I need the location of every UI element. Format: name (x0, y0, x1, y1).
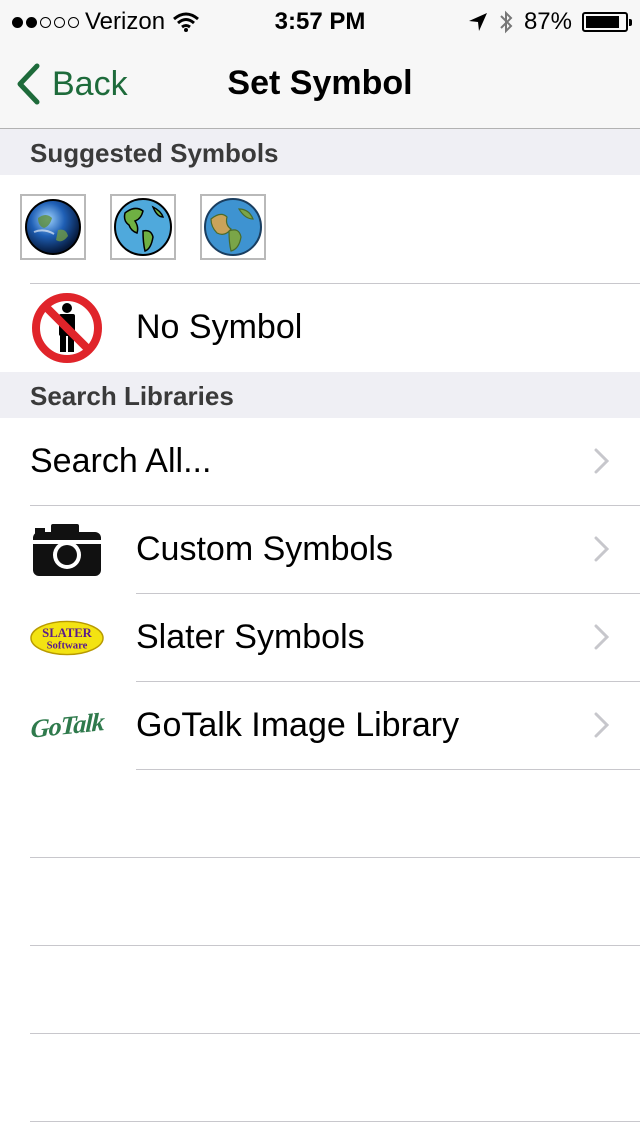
battery-percent: 87% (523, 8, 572, 35)
status-right-group: 87% (468, 8, 632, 36)
library-row-gotalk[interactable]: GoTalk GoTalk Image Library (0, 682, 640, 770)
suggested-symbol-1[interactable] (20, 194, 86, 260)
library-row-label: Slater Symbols (136, 618, 365, 656)
globe-cartoon-icon (204, 198, 262, 256)
library-row-label: GoTalk Image Library (136, 706, 460, 744)
wifi-icon (173, 12, 200, 32)
empty-row-separator (30, 945, 640, 946)
chevron-right-icon (594, 712, 610, 738)
globe-photo-icon (25, 199, 81, 255)
chevron-right-icon (594, 448, 610, 474)
library-row-label: Search All... (30, 442, 212, 480)
gotalk-logo-text: GoTalk (29, 707, 105, 744)
chevron-right-icon (594, 536, 610, 562)
location-arrow-icon (468, 13, 487, 31)
back-button-label: Back (52, 64, 128, 103)
no-person-icon (30, 293, 104, 363)
gotalk-logo: GoTalk (30, 694, 104, 758)
suggested-symbols-grid (0, 174, 640, 284)
chevron-right-icon (594, 624, 610, 650)
chevron-left-icon (17, 63, 40, 105)
suggested-symbol-2[interactable] (110, 194, 176, 260)
empty-row-separator (30, 1033, 640, 1034)
globe-drawing-icon (114, 198, 172, 256)
empty-row-separator (30, 1121, 640, 1122)
status-bar: Verizon 3:57 PM 87% (0, 0, 640, 40)
empty-row-separator (30, 857, 640, 858)
navigation-bar: Back Set Symbol (0, 40, 640, 129)
slater-logo-text-2: Software (47, 640, 88, 652)
no-symbol-label: No Symbol (136, 308, 303, 346)
no-symbol-graphic (32, 293, 102, 363)
suggested-symbol-3[interactable] (200, 194, 266, 260)
back-button[interactable]: Back (16, 60, 128, 108)
camera-icon (30, 518, 104, 582)
separator (136, 769, 640, 770)
section-header-suggested: Suggested Symbols (0, 129, 640, 175)
slater-logo-text-1: SLATER (42, 626, 93, 640)
section-header-label: Search Libraries (30, 381, 234, 411)
library-row-label: Custom Symbols (136, 530, 393, 568)
no-symbol-row[interactable]: No Symbol (0, 284, 640, 372)
signal-strength-icon (12, 16, 79, 28)
library-row-search-all[interactable]: Search All... (0, 418, 640, 506)
slater-logo-graphic: SLATER Software (30, 620, 104, 656)
library-row-slater-symbols[interactable]: SLATER Software Slater Symbols (0, 594, 640, 682)
slater-software-logo: SLATER Software (30, 606, 104, 670)
camera-graphic (33, 524, 101, 576)
bluetooth-icon (500, 10, 513, 34)
section-header-label: Suggested Symbols (30, 138, 279, 168)
carrier-group: Verizon (12, 8, 200, 36)
carrier-name: Verizon (85, 8, 166, 35)
section-header-libraries: Search Libraries (0, 372, 640, 418)
library-row-custom-symbols[interactable]: Custom Symbols (0, 506, 640, 594)
battery-icon (582, 12, 632, 32)
